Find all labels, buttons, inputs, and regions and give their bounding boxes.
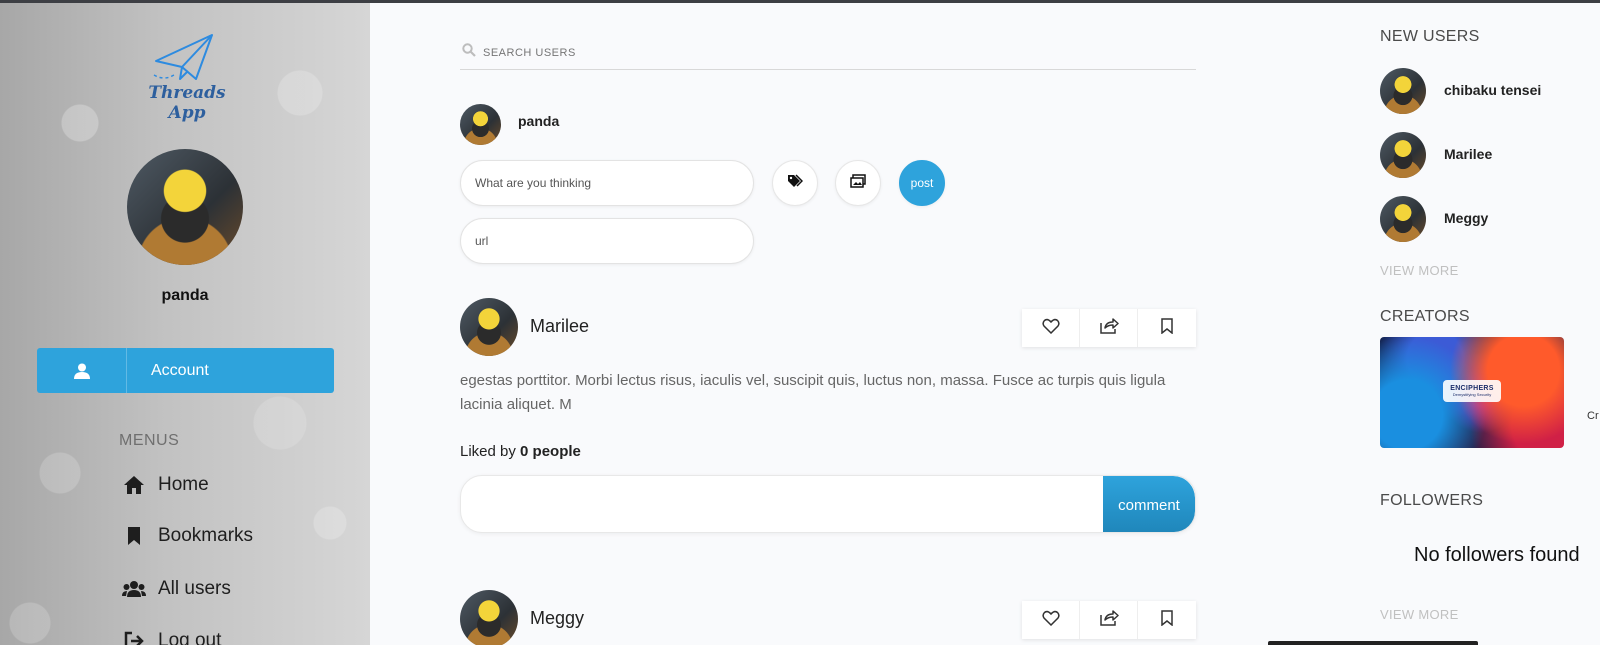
avatar: [1380, 68, 1426, 114]
view-more-followers[interactable]: VIEW MORE: [1380, 607, 1459, 622]
new-users-heading: NEW USERS: [1380, 28, 1480, 45]
bookmark-button[interactable]: [1138, 309, 1196, 347]
composer-username: panda: [518, 113, 560, 129]
view-more-new-users[interactable]: VIEW MORE: [1380, 263, 1459, 278]
sidebar-item-label: Bookmarks: [158, 525, 254, 546]
liked-count[interactable]: 0 people: [520, 443, 581, 460]
new-user-name: Meggy: [1444, 210, 1489, 226]
new-user-item[interactable]: chibaku tensei: [1380, 68, 1600, 114]
comment-box: comment: [460, 475, 1196, 533]
no-followers-message: No followers found: [1414, 544, 1580, 566]
sidebar-item-home[interactable]: Home: [122, 474, 209, 496]
heart-icon: [1041, 318, 1060, 339]
sidebar-item-label: All users: [158, 578, 231, 599]
liked-by: Liked by 0 people: [460, 443, 581, 460]
account-button[interactable]: Account: [37, 348, 334, 393]
sidebar-item-bookmarks[interactable]: Bookmarks: [122, 525, 253, 547]
post-author-avatar[interactable]: [460, 298, 518, 356]
images-icon: [850, 173, 866, 193]
url-input[interactable]: url: [460, 218, 754, 264]
bookmark-outline-icon: [1161, 609, 1173, 631]
image-button[interactable]: [835, 160, 881, 206]
user-icon: [37, 348, 127, 393]
profile-name: panda: [161, 287, 209, 304]
menus-heading: MENUS: [119, 432, 180, 449]
tag-button[interactable]: [772, 160, 818, 206]
search-input[interactable]: [483, 46, 1083, 59]
share-icon: [1099, 609, 1119, 631]
followers-heading: FOLLOWERS: [1380, 492, 1484, 509]
profile-avatar[interactable]: [127, 149, 243, 265]
bookmark-button[interactable]: [1138, 601, 1196, 639]
new-user-item[interactable]: Marilee: [1380, 132, 1600, 178]
post-actions: [1022, 601, 1196, 639]
paper-plane-icon: [153, 34, 213, 80]
post-button[interactable]: post: [899, 160, 945, 206]
creator-card[interactable]: ENCIPHERS Demystifying Security: [1380, 337, 1564, 448]
app-logo[interactable]: Threads App: [128, 31, 246, 123]
share-button[interactable]: [1080, 601, 1138, 639]
home-icon: [122, 474, 146, 496]
like-button[interactable]: [1022, 309, 1080, 347]
post-author-name[interactable]: Meggy: [530, 608, 584, 629]
new-user-name: chibaku tensei: [1444, 82, 1542, 98]
sidebar-item-label: Home: [158, 474, 209, 495]
creator-badge-subtitle: Demystifying Security: [1452, 392, 1492, 397]
post-card: Marilee egestas porttitor. Morbi lectus …: [460, 298, 1196, 538]
search-bar: [460, 36, 1196, 70]
search-icon[interactable]: [462, 43, 476, 62]
new-user-item[interactable]: Meggy: [1380, 196, 1600, 242]
bookmark-outline-icon: [1161, 317, 1173, 339]
logout-icon: [122, 630, 146, 645]
thought-input[interactable]: What are you thinking: [460, 160, 754, 206]
avatar: [1380, 132, 1426, 178]
new-user-name: Marilee: [1444, 146, 1493, 162]
share-icon: [1099, 317, 1119, 339]
composer-avatar[interactable]: [460, 104, 501, 145]
share-button[interactable]: [1080, 309, 1138, 347]
sidebar: Threads App panda Account MENUS Home Boo…: [0, 3, 370, 645]
creator-badge-title: ENCIPHERS: [1450, 385, 1494, 392]
post-author-name[interactable]: Marilee: [530, 316, 589, 337]
post-actions: [1022, 309, 1196, 347]
app-logo-text: Threads App: [148, 83, 226, 123]
sidebar-item-all-users[interactable]: All users: [122, 578, 231, 600]
sidebar-item-log-out[interactable]: Log out: [122, 630, 221, 645]
tags-icon: [787, 173, 804, 193]
users-icon: [122, 578, 146, 600]
liked-prefix: Liked by: [460, 443, 516, 460]
sidebar-item-label: Log out: [158, 630, 222, 645]
post-author-avatar[interactable]: [460, 590, 518, 645]
account-label: Account: [151, 361, 209, 379]
heart-icon: [1041, 610, 1060, 631]
creator-side-text: Cr: [1587, 410, 1599, 422]
post-body: egestas porttitor. Morbi lectus risus, i…: [460, 372, 1166, 413]
bottom-overlay-bar: [1268, 641, 1478, 645]
like-button[interactable]: [1022, 601, 1080, 639]
creators-heading: CREATORS: [1380, 308, 1470, 325]
comment-input[interactable]: [461, 476, 1107, 532]
avatar: [1380, 196, 1426, 242]
creator-badge: ENCIPHERS Demystifying Security: [1443, 380, 1501, 402]
post-card: Meggy: [460, 590, 1196, 645]
bookmark-icon: [122, 525, 146, 547]
comment-button[interactable]: comment: [1103, 476, 1195, 532]
